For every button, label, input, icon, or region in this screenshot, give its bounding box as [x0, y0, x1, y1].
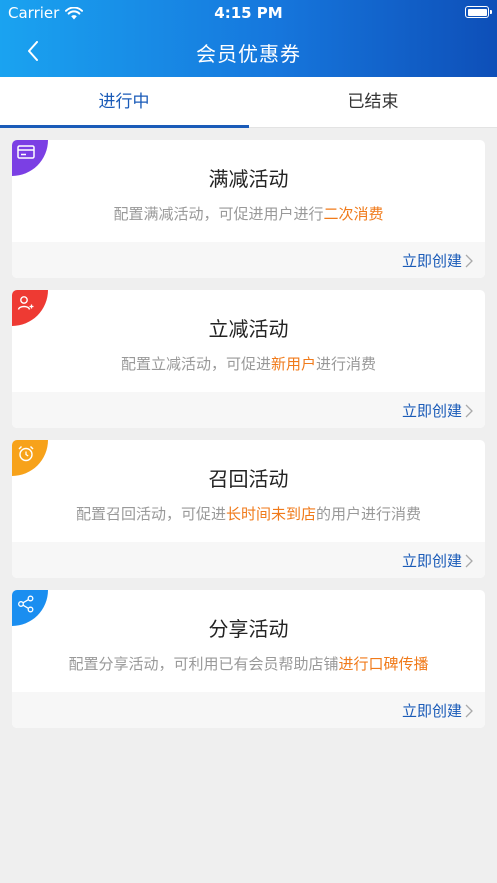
card-footer: 立即创建: [12, 542, 485, 578]
share-icon: [18, 595, 34, 613]
create-now-button[interactable]: 立即创建: [402, 250, 473, 271]
card-description: 配置召回活动，可促进长时间未到店的用户进行消费: [12, 503, 485, 524]
create-now-button[interactable]: 立即创建: [402, 700, 473, 721]
card-footer: 立即创建: [12, 242, 485, 278]
tab-bar: 进行中 已结束: [0, 77, 497, 128]
card-title: 召回活动: [208, 467, 289, 491]
desc-highlight: 新用户: [270, 355, 316, 373]
status-bar: Carrier 4:15 PM: [0, 0, 497, 26]
desc-text: 的用户进行消费: [316, 505, 422, 523]
app-header: Carrier 4:15 PM 会员优惠券: [0, 0, 497, 77]
activity-card-share: 分享活动 配置分享活动，可利用已有会员帮助店铺进行口碑传播 立即创建: [12, 590, 485, 728]
card-title: 立减活动: [208, 317, 289, 341]
tab-ended[interactable]: 已结束: [249, 77, 497, 127]
desc-highlight: 进行口碑传播: [338, 655, 429, 673]
desc-text: 配置立减活动，可促进: [120, 355, 271, 373]
battery-icon: [465, 6, 492, 18]
create-label: 立即创建: [401, 252, 462, 270]
card-title: 满减活动: [208, 167, 289, 191]
status-time: 4:15 PM: [214, 4, 283, 22]
active-tab-indicator: [0, 125, 249, 128]
card-description: 配置分享活动，可利用已有会员帮助店铺进行口碑传播: [12, 653, 485, 674]
chevron-right-icon: [465, 704, 473, 717]
desc-text: 配置分享活动，可利用已有会员帮助店铺: [68, 655, 339, 673]
user-add-icon: [17, 296, 34, 310]
create-label: 立即创建: [401, 402, 462, 420]
card-icon: [17, 145, 35, 159]
chevron-right-icon: [465, 404, 473, 417]
desc-highlight: 二次消费: [323, 205, 384, 223]
activity-card-instant-reduction: 立减活动 配置立减活动，可促进新用户进行消费 立即创建: [12, 290, 485, 428]
page-title: 会员优惠券: [196, 42, 301, 66]
activity-card-recall: 召回活动 配置召回活动，可促进长时间未到店的用户进行消费 立即创建: [12, 440, 485, 578]
chevron-right-icon: [465, 554, 473, 567]
card-description: 配置立减活动，可促进新用户进行消费: [12, 353, 485, 374]
activity-card-full-reduction: 满减活动 配置满减活动，可促进用户进行二次消费 立即创建: [12, 140, 485, 278]
card-title: 分享活动: [208, 617, 289, 641]
desc-highlight: 长时间未到店: [225, 505, 316, 523]
tab-ongoing[interactable]: 进行中: [0, 77, 248, 127]
create-now-button[interactable]: 立即创建: [402, 550, 473, 571]
create-label: 立即创建: [401, 702, 462, 720]
card-description: 配置满减活动，可促进用户进行二次消费: [12, 203, 485, 224]
create-label: 立即创建: [401, 552, 462, 570]
desc-text: 进行消费: [316, 355, 377, 373]
card-footer: 立即创建: [12, 392, 485, 428]
card-footer: 立即创建: [12, 692, 485, 728]
desc-text: 配置召回活动，可促进: [75, 505, 226, 523]
alarm-clock-icon: [18, 446, 34, 462]
chevron-right-icon: [465, 254, 473, 267]
create-now-button[interactable]: 立即创建: [402, 400, 473, 421]
nav-bar: 会员优惠券: [0, 26, 497, 77]
desc-text: 配置满减活动，可促进用户进行: [113, 205, 324, 223]
